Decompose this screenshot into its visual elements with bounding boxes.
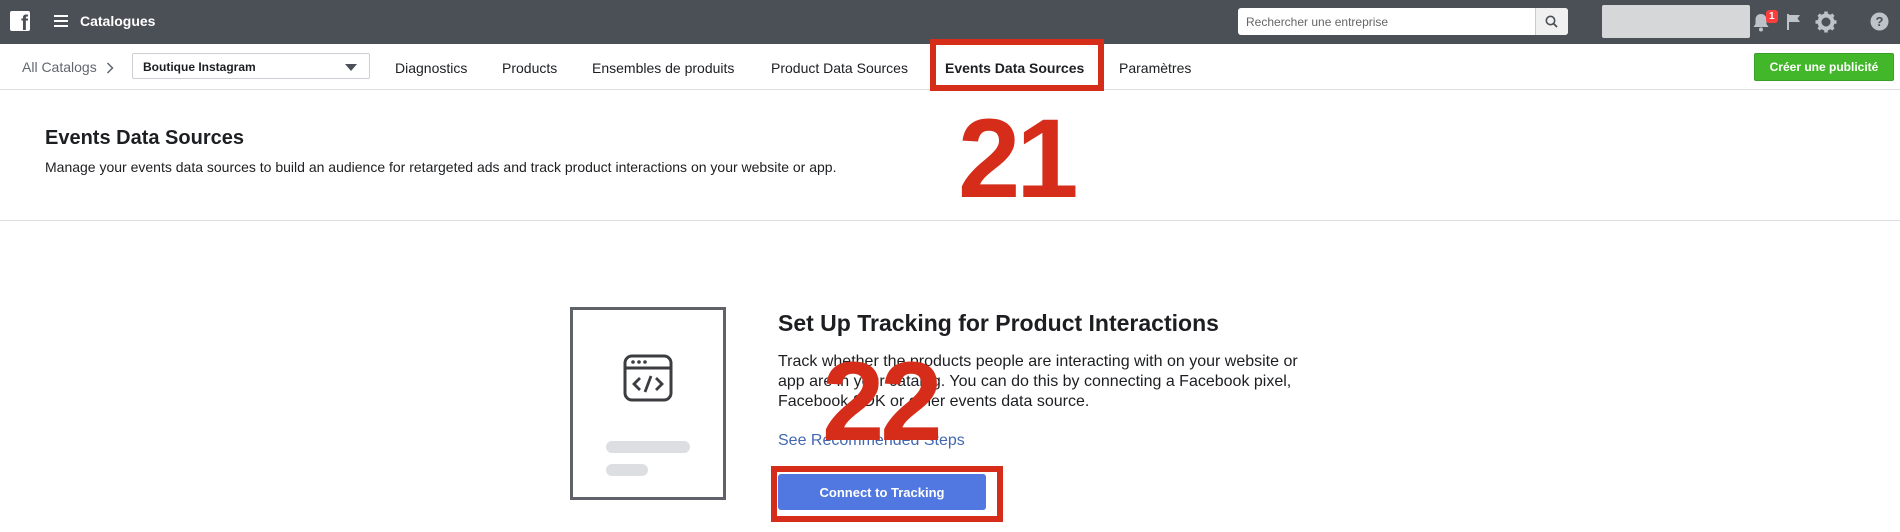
chevron-right-icon bbox=[106, 62, 114, 74]
annotation-step-21: 21 bbox=[958, 96, 1079, 221]
gear-icon[interactable] bbox=[1815, 11, 1837, 33]
breadcrumb-all-catalogs[interactable]: All Catalogs bbox=[22, 59, 97, 75]
tab-settings[interactable]: Paramètres bbox=[1119, 60, 1191, 76]
tab-products[interactable]: Products bbox=[502, 60, 557, 76]
top-bar: f Catalogues 1 ? bbox=[0, 0, 1900, 44]
page-title: Events Data Sources bbox=[45, 127, 244, 149]
page-description: Manage your events data sources to build… bbox=[45, 159, 837, 175]
placeholder-bar bbox=[606, 441, 690, 453]
caret-down-icon bbox=[345, 64, 357, 71]
tab-product-data-sources[interactable]: Product Data Sources bbox=[771, 60, 908, 76]
code-window-icon bbox=[623, 354, 673, 402]
facebook-logo-icon[interactable]: f bbox=[10, 11, 30, 34]
menu-icon[interactable] bbox=[54, 15, 68, 27]
annotation-highlight-tab bbox=[930, 39, 1104, 91]
svg-text:?: ? bbox=[1876, 14, 1884, 29]
notification-badge: 1 bbox=[1766, 10, 1778, 23]
annotation-step-22: 22 bbox=[822, 339, 943, 464]
business-search bbox=[1238, 8, 1568, 35]
flag-icon[interactable] bbox=[1786, 13, 1802, 31]
create-ad-button[interactable]: Créer une publicité bbox=[1754, 53, 1894, 81]
search-icon bbox=[1545, 15, 1558, 28]
annotation-highlight-button bbox=[771, 466, 1003, 522]
setup-title: Set Up Tracking for Product Interactions bbox=[778, 310, 1219, 336]
tab-diagnostics[interactable]: Diagnostics bbox=[395, 60, 467, 76]
search-input[interactable] bbox=[1238, 8, 1568, 35]
app-title: Catalogues bbox=[80, 13, 156, 29]
account-switcher[interactable] bbox=[1602, 5, 1750, 38]
tracking-illustration bbox=[570, 307, 726, 500]
page-header: Events Data Sources Manage your events d… bbox=[0, 90, 1900, 221]
help-icon[interactable]: ? bbox=[1870, 12, 1889, 31]
tab-product-sets[interactable]: Ensembles de produits bbox=[592, 60, 734, 76]
catalog-select-value: Boutique Instagram bbox=[143, 60, 256, 74]
catalog-select[interactable]: Boutique Instagram bbox=[132, 53, 370, 79]
placeholder-bar bbox=[606, 464, 648, 476]
search-button[interactable] bbox=[1535, 8, 1568, 35]
